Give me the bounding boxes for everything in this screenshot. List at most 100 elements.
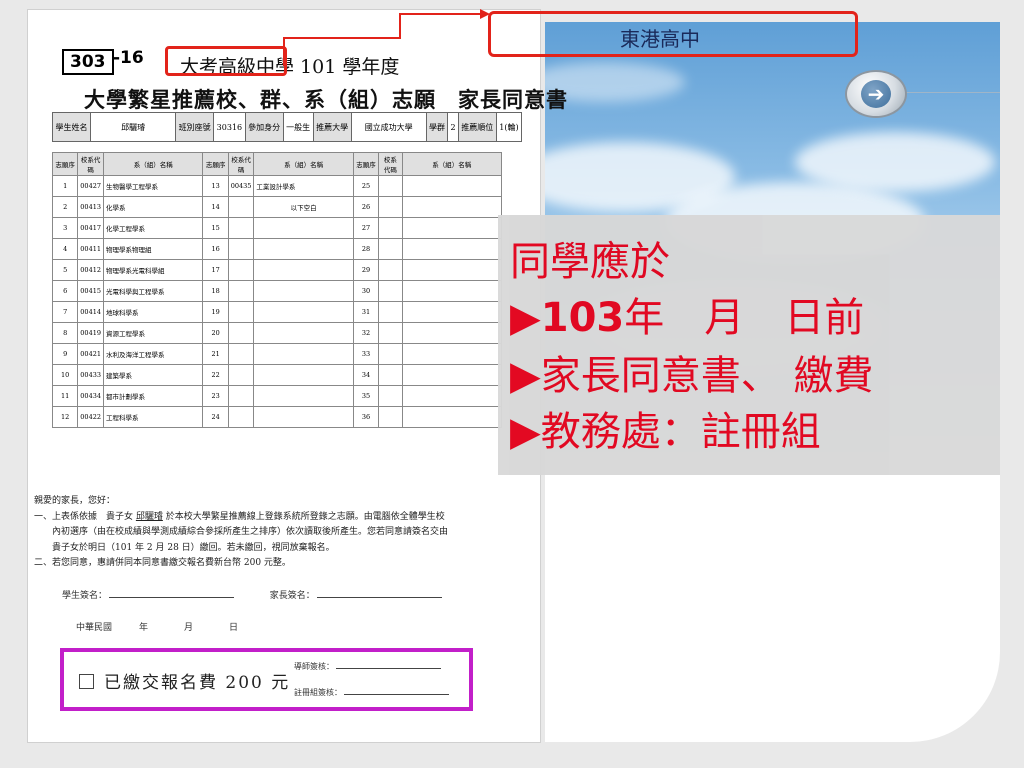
choice-seq: 32 bbox=[352, 322, 380, 344]
seat-value: 30316 bbox=[213, 112, 246, 142]
choice-name bbox=[401, 175, 502, 197]
table-row: 1 00427 生物醫學工程學系 13 00435 工業設計學系 25 bbox=[51, 175, 502, 197]
choice-name: 都市計劃學系 bbox=[102, 385, 204, 407]
arrow-right-icon: ➔ bbox=[861, 80, 891, 108]
choice-seq: 10 bbox=[51, 364, 79, 386]
choice-code: 00411 bbox=[77, 238, 104, 260]
choice-name: 化學系 bbox=[102, 196, 204, 218]
choice-name bbox=[253, 343, 354, 365]
student-info-table: 學生姓名 邱驪璿 班別座號 30316 參加身分 一般生 推薦大學 國立成功大學… bbox=[51, 112, 523, 142]
header-name: 系（組）名稱 bbox=[102, 152, 204, 176]
choice-code bbox=[227, 301, 255, 323]
choice-code bbox=[378, 406, 403, 428]
choice-name bbox=[401, 385, 502, 407]
choice-seq: 11 bbox=[51, 385, 79, 407]
choice-seq: 15 bbox=[202, 217, 229, 239]
date-line: 中華民國 年 月 日 bbox=[76, 623, 239, 633]
choice-name: 物理學系光電科學組 bbox=[102, 259, 204, 281]
university-value: 國立成功大學 bbox=[350, 112, 427, 142]
choice-seq: 6 bbox=[51, 280, 79, 302]
choice-code: 00433 bbox=[77, 364, 104, 386]
choice-name bbox=[401, 196, 502, 218]
table-row: 10 00433 建築學系 22 34 bbox=[51, 364, 502, 386]
table-row: 4 00411 物理學系物理組 16 28 bbox=[51, 238, 502, 260]
table-row: 2 00413 化學系 14 以下空白 26 bbox=[51, 196, 502, 218]
choice-name: 生物醫學工程學系 bbox=[102, 175, 204, 197]
notice-line-2: ▶103年 月 日前 bbox=[510, 285, 864, 343]
choice-name bbox=[401, 406, 502, 428]
choices-table: 志願序 校系代碼 系（組）名稱 志願序 校系代碼 系（組）名稱 志願序 校系代碼… bbox=[51, 152, 502, 428]
choice-code: 00417 bbox=[77, 217, 104, 239]
choice-code bbox=[378, 196, 403, 218]
choice-seq: 24 bbox=[202, 406, 229, 428]
student-name-label: 學生姓名 bbox=[51, 112, 92, 142]
next-slide-button[interactable]: ➔ bbox=[845, 70, 907, 118]
table-header-row: 志願序 校系代碼 系（組）名稱 志願序 校系代碼 系（組）名稱 志願序 校系代碼… bbox=[51, 152, 502, 176]
letter-paragraph-2: 二、若您同意，惠請併同本同意書繳交報名費新台幣 200 元整。 bbox=[34, 558, 291, 568]
triangle-bullet-icon: ▶ bbox=[510, 409, 541, 455]
student-signature-label: 學生簽名： bbox=[62, 591, 108, 601]
signature-row: 學生簽名： 家長簽名： bbox=[62, 588, 442, 601]
choice-code: 00413 bbox=[77, 196, 104, 218]
choice-code bbox=[378, 280, 403, 302]
choice-name: 以下空白 bbox=[253, 196, 354, 218]
choice-seq: 16 bbox=[202, 238, 229, 260]
choice-seq: 36 bbox=[352, 406, 380, 428]
choice-seq: 18 bbox=[202, 280, 229, 302]
choice-seq: 30 bbox=[352, 280, 380, 302]
header-name: 系（組）名稱 bbox=[253, 152, 354, 176]
choice-name bbox=[401, 322, 502, 344]
choice-name bbox=[253, 406, 354, 428]
rank-label: 推薦順位 bbox=[457, 112, 497, 142]
choice-seq: 26 bbox=[352, 196, 380, 218]
notice-line-4: ▶教務處：註冊組 bbox=[510, 409, 821, 455]
letter-student-name: 邱驪璿 bbox=[135, 511, 163, 522]
school-highlight-box bbox=[165, 46, 287, 76]
choice-seq: 23 bbox=[202, 385, 229, 407]
choice-seq: 29 bbox=[352, 259, 380, 281]
choice-name: 工程科學系 bbox=[102, 406, 204, 428]
choice-seq: 31 bbox=[352, 301, 380, 323]
choice-name: 化學工程學系 bbox=[102, 217, 204, 239]
choice-name bbox=[253, 322, 354, 344]
choice-name: 建築學系 bbox=[102, 364, 204, 386]
header-seq: 志願序 bbox=[352, 152, 380, 176]
rank-value: 1(輪) bbox=[495, 112, 523, 142]
choice-seq: 21 bbox=[202, 343, 229, 365]
choice-code bbox=[227, 322, 255, 344]
choice-seq: 4 bbox=[51, 238, 79, 260]
notice-panel: 同學應於 ▶103年 月 日前 ▶家長同意書、 繳費 ▶教務處：註冊組 bbox=[498, 215, 1000, 475]
choice-code bbox=[378, 322, 403, 344]
choice-seq: 1 bbox=[51, 175, 79, 197]
triangle-bullet-icon: ▶ bbox=[510, 353, 541, 399]
identity-value: 一般生 bbox=[282, 112, 314, 142]
table-row: 8 00419 資源工程學系 20 32 bbox=[51, 322, 502, 344]
choice-seq: 34 bbox=[352, 364, 380, 386]
choice-name bbox=[401, 238, 502, 260]
choice-name bbox=[253, 217, 354, 239]
letter-paragraph-1-cont: 內初選序（由在校成績與學測成績綜合參採所產生之排序）依次讀取後所產生。您若同意請… bbox=[34, 527, 449, 537]
choice-name: 工業設計學系 bbox=[253, 175, 354, 197]
choice-seq: 2 bbox=[51, 196, 79, 218]
choice-code bbox=[378, 385, 403, 407]
fee-paid-checkbox[interactable] bbox=[79, 674, 94, 689]
choice-code: 00435 bbox=[227, 175, 255, 197]
form-number: 303 bbox=[62, 49, 114, 75]
header-name: 系（組）名稱 bbox=[401, 152, 502, 176]
choice-code bbox=[227, 217, 255, 239]
choice-name bbox=[253, 280, 354, 302]
fee-paid-label: 已繳交報名費 200 元 bbox=[104, 673, 291, 693]
letter-text: 親愛的家長，您好： 一、上表係依據 貴子女 邱驪璿 於本校大學繁星推薦線上登錄系… bbox=[34, 494, 528, 572]
choice-seq: 12 bbox=[51, 406, 79, 428]
choice-code bbox=[227, 238, 255, 260]
choice-seq: 33 bbox=[352, 343, 380, 365]
header-code: 校系代碼 bbox=[378, 152, 403, 176]
choice-code: 00414 bbox=[77, 301, 104, 323]
choice-name bbox=[253, 259, 354, 281]
choice-name: 物理學系物理組 bbox=[102, 238, 204, 260]
choice-name bbox=[401, 259, 502, 281]
choice-code bbox=[227, 343, 255, 365]
table-row: 3 00417 化學工程學系 15 27 bbox=[51, 217, 502, 239]
choice-code bbox=[227, 280, 255, 302]
header-seq: 志願序 bbox=[202, 152, 229, 176]
